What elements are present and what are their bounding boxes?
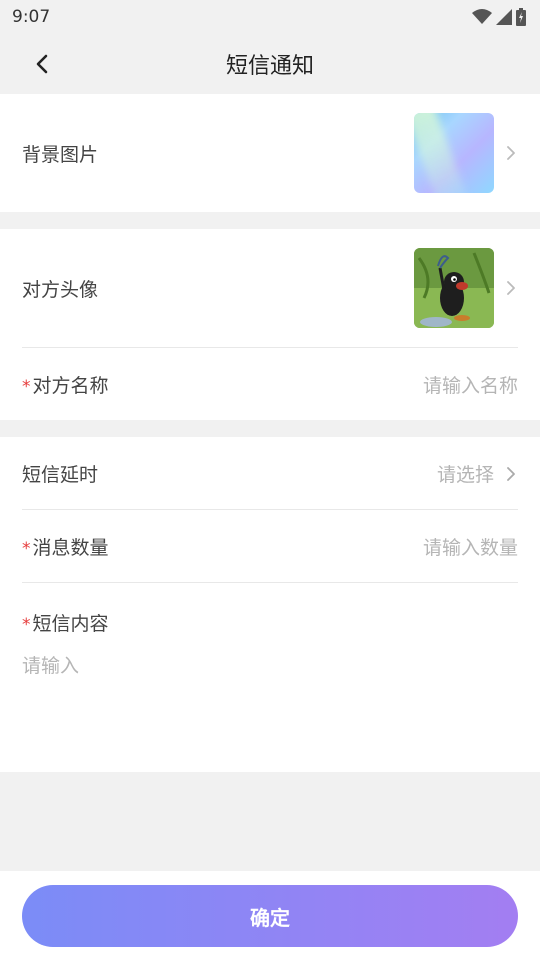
status-icons <box>472 8 526 26</box>
footer-bar: 确定 <box>0 871 540 960</box>
avatar-thumbnail[interactable] <box>414 248 494 328</box>
background-section: 背景图片 <box>0 94 540 212</box>
chevron-right-icon <box>507 466 515 481</box>
contact-name-row: * 对方名称 请输入名称 <box>22 348 518 420</box>
required-mark: * <box>22 377 31 397</box>
message-delay-select[interactable]: 请选择 <box>437 460 494 487</box>
navigation-bar: 短信通知 <box>0 34 540 94</box>
avatar-row[interactable]: 对方头像 <box>22 248 518 328</box>
chevron-right-icon <box>507 146 515 160</box>
page-title: 短信通知 <box>225 54 314 79</box>
back-button[interactable] <box>22 48 62 80</box>
back-arrow-icon <box>36 54 48 74</box>
background-image-row[interactable]: 背景图片 <box>22 113 518 193</box>
message-section: 短信延时 请选择 * 消息数量 请输入数量 * 短信内容 请输入 <box>0 437 540 772</box>
required-mark: * <box>22 615 31 635</box>
contact-name-label: 对方名称 <box>32 374 109 397</box>
background-image-label: 背景图片 <box>22 143 99 166</box>
confirm-button[interactable]: 确定 <box>22 885 518 947</box>
contact-name-input[interactable]: 请输入名称 <box>423 371 518 398</box>
chevron-right-icon <box>507 281 515 295</box>
background-image-thumbnail[interactable] <box>414 113 494 193</box>
message-content-textarea[interactable]: 请输入 <box>22 647 518 757</box>
message-count-label: 消息数量 <box>32 536 109 559</box>
message-delay-label: 短信延时 <box>22 464 99 486</box>
required-mark: * <box>22 539 31 559</box>
status-bar: 9:07 <box>0 0 540 34</box>
message-content-placeholder: 请输入 <box>22 655 80 677</box>
contact-section: 对方头像 * 对方名称 请输入名称 <box>0 229 540 420</box>
wifi-icon <box>472 9 492 24</box>
signal-icon <box>496 9 512 25</box>
message-count-row: * 消息数量 请输入数量 <box>22 510 518 582</box>
avatar-label: 对方头像 <box>22 278 99 301</box>
battery-icon <box>516 8 526 26</box>
message-content-label: 短信内容 <box>32 612 109 635</box>
avatar-image <box>414 248 494 328</box>
divider <box>22 582 518 583</box>
message-delay-row[interactable]: 短信延时 请选择 <box>22 437 518 510</box>
message-content-row: * 短信内容 <box>22 602 518 642</box>
status-time: 9:07 <box>12 7 51 27</box>
message-count-input[interactable]: 请输入数量 <box>423 533 518 560</box>
